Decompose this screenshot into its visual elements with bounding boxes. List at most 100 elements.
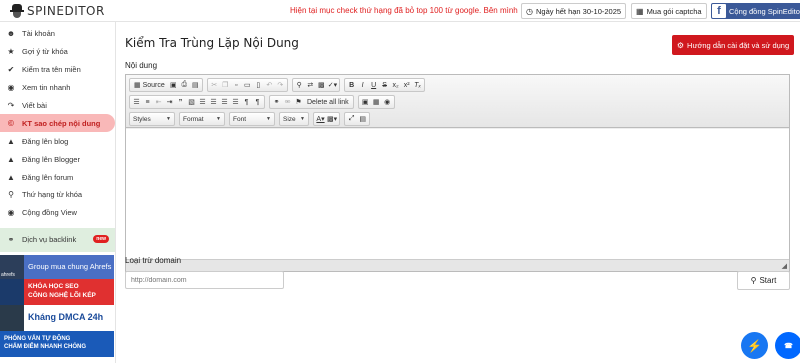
anchor-icon[interactable]: ⚑ <box>293 96 304 108</box>
format-dropdown[interactable]: Format ▼ <box>179 112 225 126</box>
logo[interactable]: SPINEDITOR <box>0 3 118 18</box>
expiry-button[interactable]: ◷ Ngày hết hạn 30-10-2025 <box>521 3 627 19</box>
div-icon[interactable]: ▧ <box>186 96 197 108</box>
zalo-icon: ☎ <box>784 342 793 350</box>
table-icon[interactable]: ▦ <box>371 96 382 108</box>
guide-button[interactable]: ⚙ Hướng dẫn cài đặt và sử dụng <box>672 35 794 55</box>
ltr-icon[interactable]: ¶ <box>241 96 252 108</box>
interview-banner-line1: PHỎNG VẤN TỰ ĐỘNG <box>4 336 71 342</box>
styles-dropdown[interactable]: Styles ▼ <box>129 112 175 126</box>
logo-icon <box>10 3 24 18</box>
eye-icon: ◉ <box>7 83 15 93</box>
guide-button-label: Hướng dẫn cài đặt và sử dụng <box>687 40 790 50</box>
justify-icon[interactable]: ☰ <box>230 96 241 108</box>
captcha-label: Mua gói captcha <box>646 6 702 16</box>
new-badge: new <box>93 234 109 243</box>
sidebar-item-copy-check[interactable]: © KT sao chép nội dung <box>0 114 115 133</box>
eye-icon: ◉ <box>7 208 15 218</box>
redo-icon[interactable]: ↷ <box>275 79 286 91</box>
zalo-button[interactable]: ☎ <box>775 332 800 359</box>
copy-icon[interactable]: ❐ <box>220 79 231 91</box>
iframe-icon[interactable]: ◉ <box>382 96 393 108</box>
text-color-icon[interactable]: A▾ <box>315 113 326 125</box>
dmca-banner-image <box>0 304 24 331</box>
sidebar-item-quick-news[interactable]: ◉ Xem tin nhanh <box>0 79 115 97</box>
interview-banner[interactable]: PHỎNG VẤN TỰ ĐỘNG CHẤM ĐIỂM NHANH CHÓNG <box>0 330 114 357</box>
qrcode-icon: ▦ <box>636 6 644 16</box>
sidebar-item-domain-check[interactable]: ✔ Kiểm tra tên miền <box>0 61 115 79</box>
find-icon[interactable]: ⚲ <box>294 79 305 91</box>
rtl-icon[interactable]: ¶ <box>252 96 263 108</box>
undo-icon[interactable]: ↶ <box>264 79 275 91</box>
sidebar-item-account[interactable]: ☻ Tài khoản <box>0 25 115 43</box>
image-icon[interactable]: ▣ <box>360 96 371 108</box>
domain-input[interactable] <box>125 271 284 289</box>
upload-icon: ▲ <box>7 172 15 182</box>
bulleted-list-icon[interactable]: ≡ <box>142 96 153 108</box>
align-right-icon[interactable]: ☰ <box>219 96 230 108</box>
align-left-icon[interactable]: ☰ <box>197 96 208 108</box>
underline-icon[interactable]: U <box>368 79 379 91</box>
sidebar-item-post-forum[interactable]: ▲ Đăng lên forum <box>0 168 115 186</box>
bold-icon[interactable]: B <box>346 79 357 91</box>
paste-word-icon[interactable]: ▯ <box>253 79 264 91</box>
maximize-icon[interactable]: ⤢ <box>346 113 357 125</box>
captcha-button[interactable]: ▦ Mua gói captcha <box>631 3 707 19</box>
sidebar-item-community-view[interactable]: ◉ Cộng đồng View <box>0 204 115 222</box>
remove-format-icon[interactable]: Tₓ <box>412 79 423 91</box>
dmca-banner[interactable]: Kháng DMCA 24h <box>0 304 114 331</box>
sidebar-item-backlink[interactable]: ⚭ Dịch vụ backlink new <box>0 227 115 252</box>
subscript-icon[interactable]: x₂ <box>390 79 401 91</box>
facebook-community-button[interactable]: f Cộng đồng SpinEditor <box>711 3 800 19</box>
strikethrough-icon[interactable]: S <box>379 79 390 91</box>
print-icon[interactable]: ⎙ <box>179 79 190 91</box>
size-dropdown[interactable]: Size ▼ <box>279 112 309 126</box>
bg-color-icon[interactable]: ▩▾ <box>326 113 338 125</box>
messenger-button[interactable]: ⚡ <box>741 332 768 359</box>
sidebar: ☻ Tài khoản ★ Gợi ý từ khóa ✔ Kiểm tra t… <box>0 22 116 363</box>
select-all-icon[interactable]: ▩ <box>316 79 327 91</box>
show-blocks-icon[interactable]: ▤ <box>357 113 368 125</box>
sidebar-item-keyword-suggest[interactable]: ★ Gợi ý từ khóa <box>0 43 115 61</box>
blockquote-icon[interactable]: ” <box>175 96 186 108</box>
delete-all-link-button[interactable]: Delete all link <box>304 96 352 108</box>
dmca-banner-text: Kháng DMCA 24h <box>28 311 104 322</box>
sidebar-item-label: Đăng lên Blogger <box>22 154 80 164</box>
preview-icon[interactable]: ▣ <box>168 79 179 91</box>
sidebar-item-keyword-rank[interactable]: ⚲ Thứ hạng từ khóa <box>0 186 115 204</box>
unlink-icon[interactable]: ⚮ <box>282 96 293 108</box>
announcement-text: Hiện tại mục check thứ hạng đã bỏ top 10… <box>290 6 518 15</box>
outdent-icon[interactable]: ⇤ <box>153 96 164 108</box>
facebook-community-label: Cộng đồng SpinEditor <box>729 6 800 16</box>
numbered-list-icon[interactable]: ☰ <box>131 96 142 108</box>
sidebar-item-label: Đăng lên forum <box>22 172 74 182</box>
link-icon[interactable]: ⚭ <box>271 96 282 108</box>
replace-icon[interactable]: ⇄ <box>305 79 316 91</box>
upload-icon: ▲ <box>7 154 15 164</box>
templates-icon[interactable]: ▤ <box>190 79 201 91</box>
sidebar-item-post-blog[interactable]: ▲ Đăng lên blog <box>0 132 115 150</box>
editor-content-area[interactable] <box>126 129 789 259</box>
resize-handle-icon[interactable]: ◢ <box>782 262 787 270</box>
start-button[interactable]: ⚲ Start <box>737 271 790 290</box>
ahrefs-banner[interactable]: ahrefs Group mua chung Ahrefs <box>0 254 114 279</box>
editor-toolbar: ▦ Source ▣ ⎙ ▤ ✂ ❐ ▫ ▭ ▯ ↶ ↷ ⚲ ⇄ ▩ ✓▾ B … <box>126 75 789 128</box>
italic-icon[interactable]: I <box>357 79 368 91</box>
source-button[interactable]: ▦ Source <box>131 79 168 91</box>
sidebar-item-write-post[interactable]: ↷ Viết bài <box>0 97 115 115</box>
search-icon: ⚲ <box>8 190 14 200</box>
chevron-down-icon: ▼ <box>300 116 305 122</box>
seo-banner-line2: CÔNG NGHỆ LÕI KÉP <box>28 291 96 299</box>
indent-icon[interactable]: ⇥ <box>164 96 175 108</box>
spellcheck-icon[interactable]: ✓▾ <box>327 79 338 91</box>
seo-course-banner[interactable]: KHÓA HỌC SEO CÔNG NGHỆ LÕI KÉP <box>0 278 114 305</box>
content-label: Nội dung <box>125 61 158 70</box>
logo-text: SPINEDITOR <box>27 3 105 18</box>
superscript-icon[interactable]: x² <box>401 79 412 91</box>
paste-text-icon[interactable]: ▭ <box>242 79 253 91</box>
align-center-icon[interactable]: ☰ <box>208 96 219 108</box>
cut-icon[interactable]: ✂ <box>209 79 220 91</box>
sidebar-item-post-blogger[interactable]: ▲ Đăng lên Blogger <box>0 150 115 168</box>
font-dropdown[interactable]: Font ▼ <box>229 112 275 126</box>
paste-icon[interactable]: ▫ <box>231 79 242 91</box>
